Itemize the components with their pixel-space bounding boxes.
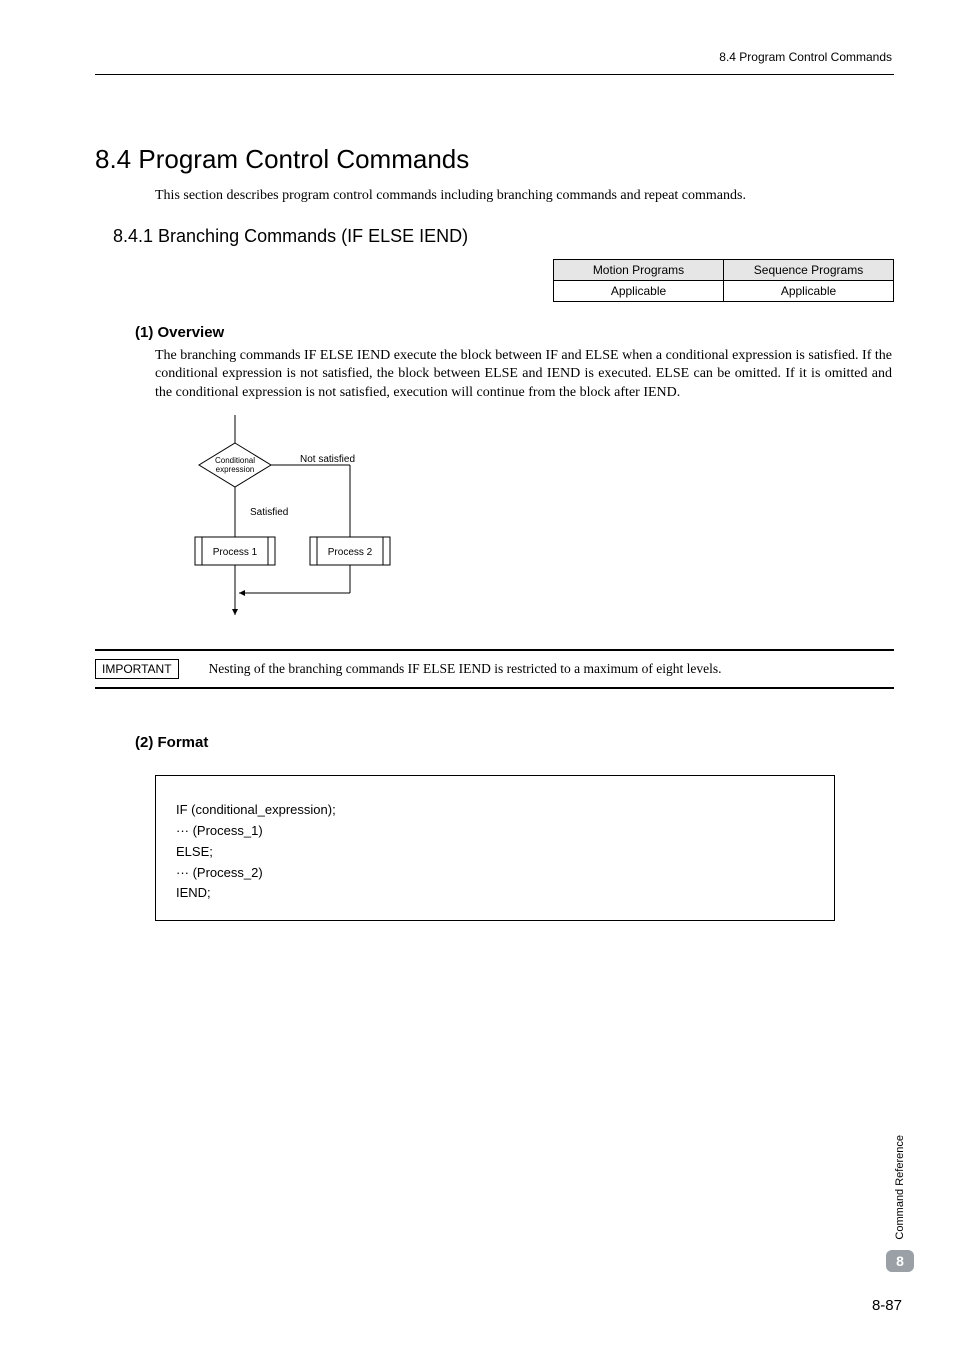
format-code-box: IF (conditional_expression); ··· (Proces… — [155, 775, 835, 921]
side-chapter-badge: 8 — [886, 1250, 914, 1272]
code-line: ··· (Process_2) — [176, 863, 814, 884]
label-satisfied: Satisfied — [250, 507, 288, 518]
header-rule — [95, 74, 894, 75]
diamond-line1: Conditional — [215, 456, 255, 465]
code-line: ELSE; — [176, 842, 814, 863]
label-process1: Process 1 — [213, 547, 258, 558]
side-chapter-label: Command Reference — [894, 1135, 906, 1240]
applicability-table: Motion Programs Sequence Programs Applic… — [553, 259, 894, 302]
overview-title: (1) Overview — [135, 324, 894, 341]
important-text: Nesting of the branching commands IF ELS… — [209, 661, 722, 677]
label-process2: Process 2 — [328, 547, 373, 558]
th-sequence-programs: Sequence Programs — [724, 259, 894, 280]
td-motion-applicable: Applicable — [554, 280, 724, 301]
header-breadcrumb: 8.4 Program Control Commands — [95, 50, 894, 64]
subsection-heading: 8.4.1 Branching Commands (IF ELSE IEND) — [113, 226, 894, 247]
table-row: Applicable Applicable — [554, 280, 894, 301]
section-heading: 8.4 Program Control Commands — [95, 145, 894, 174]
code-line: IEND; — [176, 883, 814, 904]
flowchart-svg: Conditional expression Not satisfied Sat… — [155, 415, 415, 635]
format-title: (2) Format — [135, 734, 894, 751]
document-page: 8.4 Program Control Commands 8.4 Program… — [0, 0, 954, 1350]
important-label: IMPORTANT — [95, 659, 179, 679]
page-number: 8-87 — [872, 1297, 902, 1314]
td-sequence-applicable: Applicable — [724, 280, 894, 301]
label-not-satisfied: Not satisfied — [300, 454, 355, 465]
code-line: ··· (Process_1) — [176, 821, 814, 842]
code-line: IF (conditional_expression); — [176, 800, 814, 821]
table-row: Motion Programs Sequence Programs — [554, 259, 894, 280]
important-row: IMPORTANT Nesting of the branching comma… — [95, 651, 894, 687]
important-rule-bot — [95, 687, 894, 689]
section-description: This section describes program control c… — [155, 188, 894, 204]
th-motion-programs: Motion Programs — [554, 259, 724, 280]
branching-flowchart: Conditional expression Not satisfied Sat… — [155, 415, 375, 635]
diamond-line2: expression — [216, 465, 255, 474]
overview-body: The branching commands IF ELSE IEND exec… — [155, 347, 892, 404]
important-block: IMPORTANT Nesting of the branching comma… — [95, 649, 894, 689]
